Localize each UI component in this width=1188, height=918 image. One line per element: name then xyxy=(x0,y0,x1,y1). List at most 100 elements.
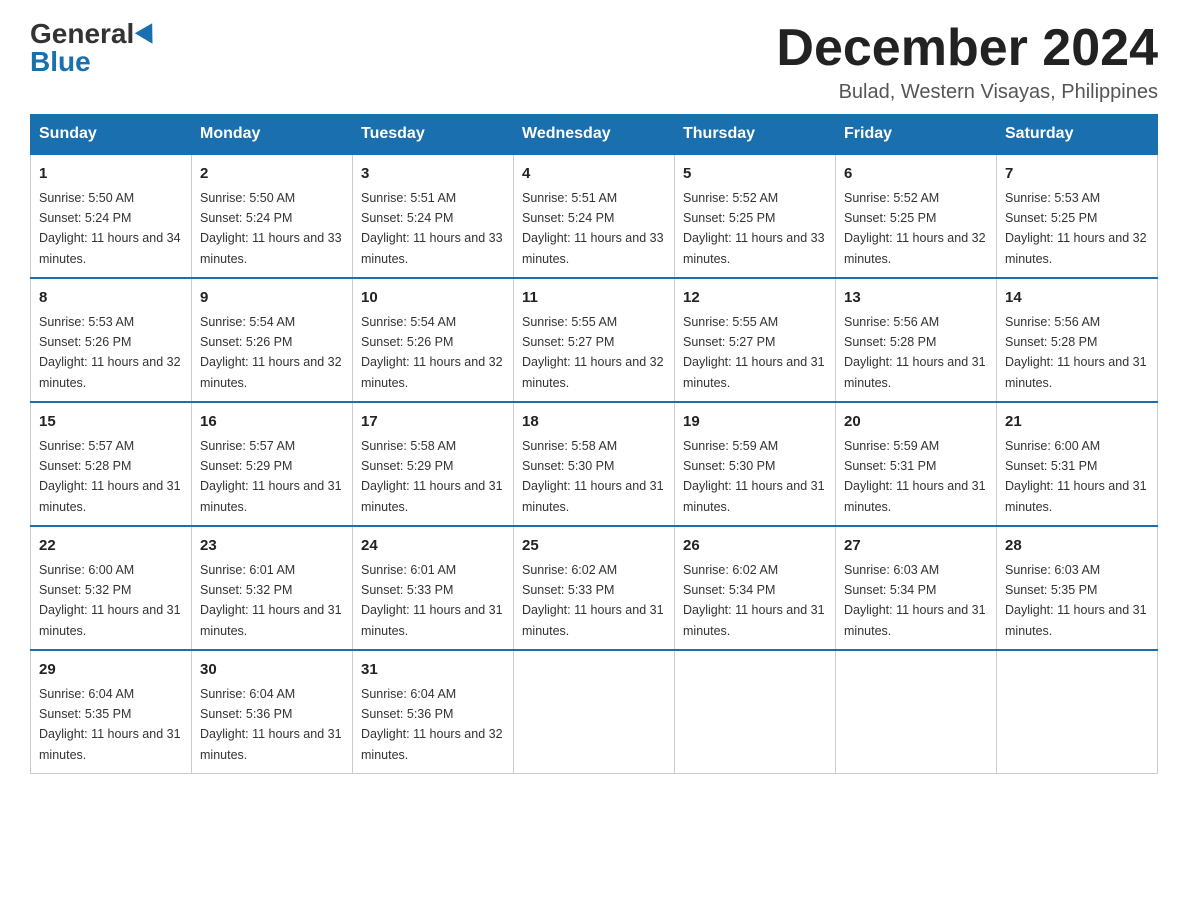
day-info: Sunrise: 5:54 AMSunset: 5:26 PMDaylight:… xyxy=(200,315,342,390)
day-info: Sunrise: 6:01 AMSunset: 5:32 PMDaylight:… xyxy=(200,563,342,638)
day-info: Sunrise: 6:03 AMSunset: 5:35 PMDaylight:… xyxy=(1005,563,1147,638)
day-number: 21 xyxy=(1005,411,1149,434)
day-info: Sunrise: 5:54 AMSunset: 5:26 PMDaylight:… xyxy=(361,315,503,390)
day-number: 2 xyxy=(200,163,344,186)
day-number: 26 xyxy=(683,535,827,558)
day-info: Sunrise: 6:00 AMSunset: 5:32 PMDaylight:… xyxy=(39,563,181,638)
calendar-day-cell: 10 Sunrise: 5:54 AMSunset: 5:26 PMDaylig… xyxy=(353,278,514,402)
logo-blue-text: Blue xyxy=(30,48,91,76)
day-info: Sunrise: 6:04 AMSunset: 5:36 PMDaylight:… xyxy=(200,687,342,762)
day-number: 19 xyxy=(683,411,827,434)
weekday-header-thursday: Thursday xyxy=(675,115,836,155)
calendar-day-cell xyxy=(836,650,997,774)
page-header: General Blue December 2024 Bulad, Wester… xyxy=(30,20,1158,104)
day-number: 31 xyxy=(361,659,505,682)
calendar-day-cell: 19 Sunrise: 5:59 AMSunset: 5:30 PMDaylig… xyxy=(675,402,836,526)
day-number: 24 xyxy=(361,535,505,558)
logo-general-text: General xyxy=(30,20,134,48)
calendar-day-cell: 26 Sunrise: 6:02 AMSunset: 5:34 PMDaylig… xyxy=(675,526,836,650)
day-number: 15 xyxy=(39,411,183,434)
weekday-header-sunday: Sunday xyxy=(31,115,192,155)
calendar-day-cell: 18 Sunrise: 5:58 AMSunset: 5:30 PMDaylig… xyxy=(514,402,675,526)
weekday-header-friday: Friday xyxy=(836,115,997,155)
day-number: 9 xyxy=(200,287,344,310)
calendar-day-cell: 22 Sunrise: 6:00 AMSunset: 5:32 PMDaylig… xyxy=(31,526,192,650)
calendar-table: SundayMondayTuesdayWednesdayThursdayFrid… xyxy=(30,114,1158,774)
day-info: Sunrise: 5:55 AMSunset: 5:27 PMDaylight:… xyxy=(683,315,825,390)
day-number: 22 xyxy=(39,535,183,558)
day-info: Sunrise: 6:04 AMSunset: 5:35 PMDaylight:… xyxy=(39,687,181,762)
day-info: Sunrise: 5:51 AMSunset: 5:24 PMDaylight:… xyxy=(522,191,664,266)
day-info: Sunrise: 5:58 AMSunset: 5:29 PMDaylight:… xyxy=(361,439,503,514)
day-number: 23 xyxy=(200,535,344,558)
logo-triangle-icon xyxy=(135,23,161,49)
day-info: Sunrise: 5:50 AMSunset: 5:24 PMDaylight:… xyxy=(39,191,181,266)
day-info: Sunrise: 5:59 AMSunset: 5:31 PMDaylight:… xyxy=(844,439,986,514)
calendar-day-cell: 11 Sunrise: 5:55 AMSunset: 5:27 PMDaylig… xyxy=(514,278,675,402)
day-number: 29 xyxy=(39,659,183,682)
day-number: 3 xyxy=(361,163,505,186)
calendar-day-cell: 7 Sunrise: 5:53 AMSunset: 5:25 PMDayligh… xyxy=(997,154,1158,278)
day-info: Sunrise: 6:00 AMSunset: 5:31 PMDaylight:… xyxy=(1005,439,1147,514)
day-number: 27 xyxy=(844,535,988,558)
calendar-day-cell: 4 Sunrise: 5:51 AMSunset: 5:24 PMDayligh… xyxy=(514,154,675,278)
weekday-header-monday: Monday xyxy=(192,115,353,155)
calendar-day-cell: 29 Sunrise: 6:04 AMSunset: 5:35 PMDaylig… xyxy=(31,650,192,774)
calendar-day-cell: 31 Sunrise: 6:04 AMSunset: 5:36 PMDaylig… xyxy=(353,650,514,774)
day-info: Sunrise: 6:02 AMSunset: 5:34 PMDaylight:… xyxy=(683,563,825,638)
calendar-week-row: 8 Sunrise: 5:53 AMSunset: 5:26 PMDayligh… xyxy=(31,278,1158,402)
day-info: Sunrise: 5:57 AMSunset: 5:28 PMDaylight:… xyxy=(39,439,181,514)
day-number: 30 xyxy=(200,659,344,682)
weekday-header-saturday: Saturday xyxy=(997,115,1158,155)
calendar-day-cell xyxy=(675,650,836,774)
calendar-day-cell: 23 Sunrise: 6:01 AMSunset: 5:32 PMDaylig… xyxy=(192,526,353,650)
day-number: 18 xyxy=(522,411,666,434)
day-number: 6 xyxy=(844,163,988,186)
day-info: Sunrise: 5:53 AMSunset: 5:25 PMDaylight:… xyxy=(1005,191,1147,266)
day-info: Sunrise: 5:58 AMSunset: 5:30 PMDaylight:… xyxy=(522,439,664,514)
calendar-day-cell xyxy=(997,650,1158,774)
calendar-day-cell: 27 Sunrise: 6:03 AMSunset: 5:34 PMDaylig… xyxy=(836,526,997,650)
day-info: Sunrise: 6:04 AMSunset: 5:36 PMDaylight:… xyxy=(361,687,503,762)
calendar-day-cell: 21 Sunrise: 6:00 AMSunset: 5:31 PMDaylig… xyxy=(997,402,1158,526)
calendar-day-cell: 17 Sunrise: 5:58 AMSunset: 5:29 PMDaylig… xyxy=(353,402,514,526)
calendar-day-cell: 8 Sunrise: 5:53 AMSunset: 5:26 PMDayligh… xyxy=(31,278,192,402)
calendar-day-cell: 14 Sunrise: 5:56 AMSunset: 5:28 PMDaylig… xyxy=(997,278,1158,402)
day-number: 5 xyxy=(683,163,827,186)
calendar-day-cell: 5 Sunrise: 5:52 AMSunset: 5:25 PMDayligh… xyxy=(675,154,836,278)
calendar-day-cell: 9 Sunrise: 5:54 AMSunset: 5:26 PMDayligh… xyxy=(192,278,353,402)
calendar-week-row: 15 Sunrise: 5:57 AMSunset: 5:28 PMDaylig… xyxy=(31,402,1158,526)
calendar-day-cell: 15 Sunrise: 5:57 AMSunset: 5:28 PMDaylig… xyxy=(31,402,192,526)
day-number: 11 xyxy=(522,287,666,310)
weekday-header-wednesday: Wednesday xyxy=(514,115,675,155)
calendar-day-cell: 16 Sunrise: 5:57 AMSunset: 5:29 PMDaylig… xyxy=(192,402,353,526)
calendar-day-cell: 1 Sunrise: 5:50 AMSunset: 5:24 PMDayligh… xyxy=(31,154,192,278)
title-block: December 2024 Bulad, Western Visayas, Ph… xyxy=(776,20,1158,104)
day-info: Sunrise: 5:50 AMSunset: 5:24 PMDaylight:… xyxy=(200,191,342,266)
calendar-week-row: 29 Sunrise: 6:04 AMSunset: 5:35 PMDaylig… xyxy=(31,650,1158,774)
calendar-day-cell xyxy=(514,650,675,774)
calendar-day-cell: 30 Sunrise: 6:04 AMSunset: 5:36 PMDaylig… xyxy=(192,650,353,774)
day-info: Sunrise: 5:53 AMSunset: 5:26 PMDaylight:… xyxy=(39,315,181,390)
calendar-week-row: 22 Sunrise: 6:00 AMSunset: 5:32 PMDaylig… xyxy=(31,526,1158,650)
day-info: Sunrise: 6:03 AMSunset: 5:34 PMDaylight:… xyxy=(844,563,986,638)
day-number: 7 xyxy=(1005,163,1149,186)
calendar-day-cell: 2 Sunrise: 5:50 AMSunset: 5:24 PMDayligh… xyxy=(192,154,353,278)
day-info: Sunrise: 5:55 AMSunset: 5:27 PMDaylight:… xyxy=(522,315,664,390)
day-number: 14 xyxy=(1005,287,1149,310)
weekday-header-row: SundayMondayTuesdayWednesdayThursdayFrid… xyxy=(31,115,1158,155)
logo: General Blue xyxy=(30,20,158,76)
calendar-day-cell: 25 Sunrise: 6:02 AMSunset: 5:33 PMDaylig… xyxy=(514,526,675,650)
month-title: December 2024 xyxy=(776,20,1158,77)
day-info: Sunrise: 6:01 AMSunset: 5:33 PMDaylight:… xyxy=(361,563,503,638)
day-number: 12 xyxy=(683,287,827,310)
calendar-day-cell: 12 Sunrise: 5:55 AMSunset: 5:27 PMDaylig… xyxy=(675,278,836,402)
calendar-week-row: 1 Sunrise: 5:50 AMSunset: 5:24 PMDayligh… xyxy=(31,154,1158,278)
calendar-day-cell: 24 Sunrise: 6:01 AMSunset: 5:33 PMDaylig… xyxy=(353,526,514,650)
day-info: Sunrise: 5:51 AMSunset: 5:24 PMDaylight:… xyxy=(361,191,503,266)
day-number: 28 xyxy=(1005,535,1149,558)
day-number: 17 xyxy=(361,411,505,434)
day-number: 1 xyxy=(39,163,183,186)
day-number: 8 xyxy=(39,287,183,310)
weekday-header-tuesday: Tuesday xyxy=(353,115,514,155)
